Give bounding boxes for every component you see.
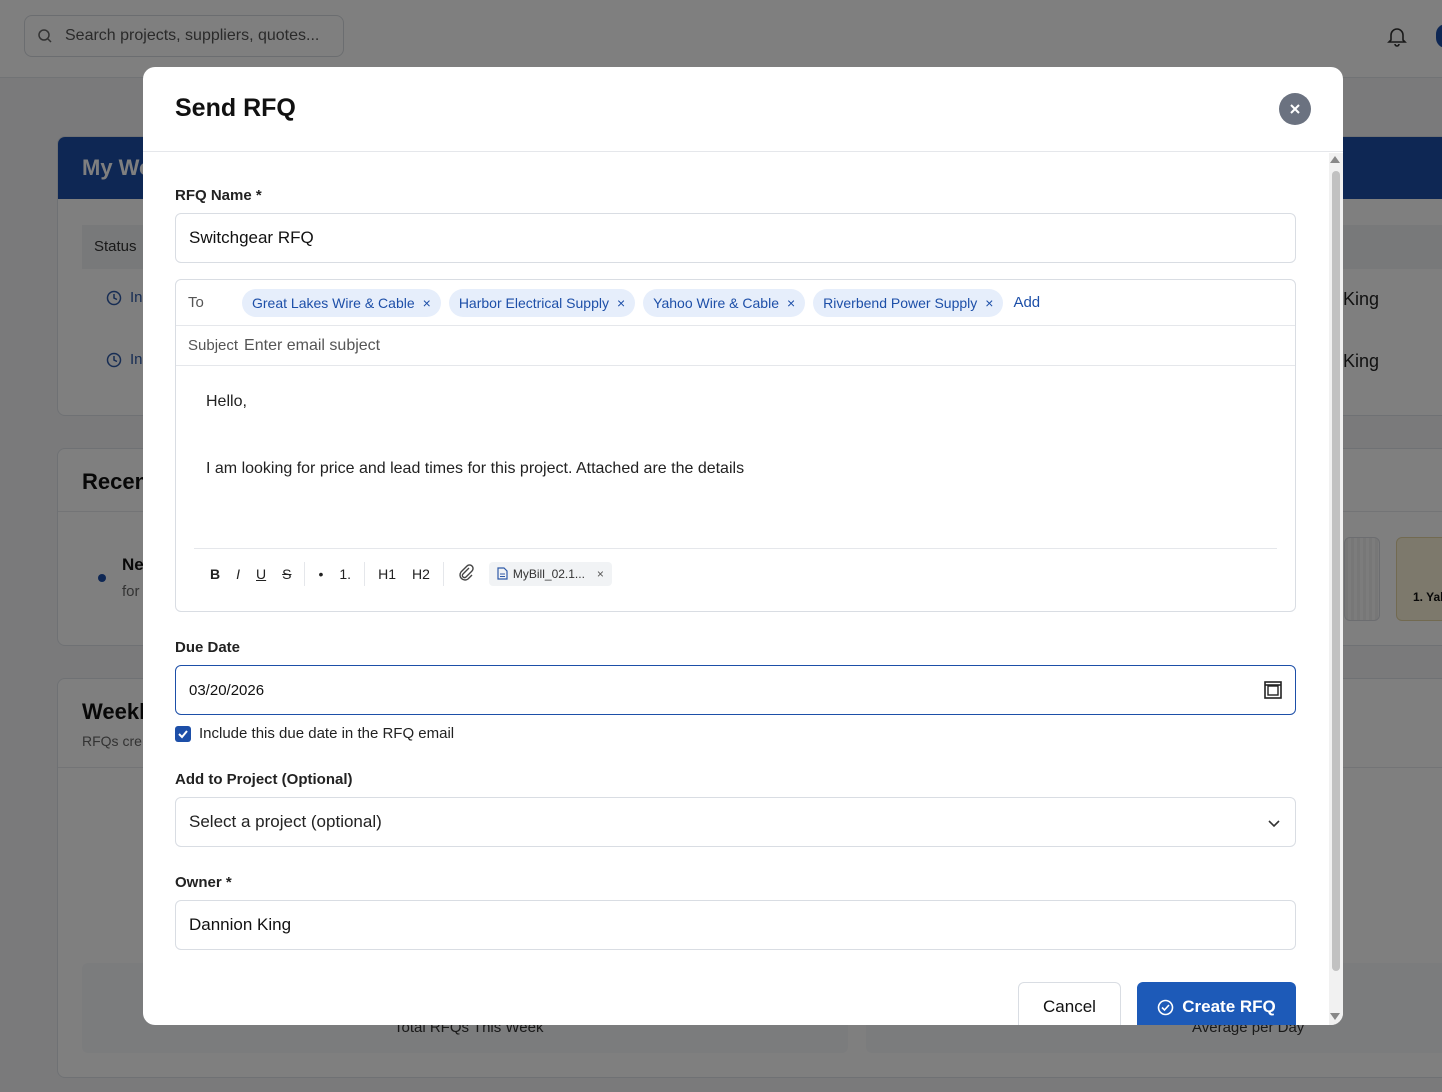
scrollbar-thumb[interactable] xyxy=(1332,171,1340,971)
send-rfq-modal: Send RFQ RFQ Name * Switchgear RFQ To Gr… xyxy=(143,67,1343,1025)
create-rfq-button[interactable]: Create RFQ xyxy=(1137,982,1296,1025)
attachment-name: MyBill_02.1... xyxy=(512,566,585,581)
modal-title: Send RFQ xyxy=(175,94,296,122)
close-button[interactable] xyxy=(1279,93,1311,125)
recipient-name: Great Lakes Wire & Cable xyxy=(252,294,415,311)
rfq-name-input[interactable]: Switchgear RFQ xyxy=(175,213,1296,263)
include-date-label: Include this due date in the RFQ email xyxy=(199,725,455,742)
remove-recipient-icon[interactable]: × xyxy=(787,295,795,311)
paperclip-icon[interactable] xyxy=(449,563,483,584)
project-select-value: Select a project (optional) xyxy=(189,812,382,831)
body-line: Hello, xyxy=(206,393,247,410)
create-rfq-label: Create RFQ xyxy=(1182,997,1276,1016)
subject-row: Subject Enter email subject xyxy=(176,326,1295,366)
recipient-chip[interactable]: Harbor Electrical Supply × xyxy=(448,288,636,317)
project-label: Add to Project (Optional) xyxy=(175,771,353,788)
body-line: I am looking for price and lead times fo… xyxy=(206,460,745,477)
owner-input[interactable]: Dannion King xyxy=(175,900,1296,950)
strikethrough-button[interactable]: S xyxy=(274,566,299,582)
heading2-button[interactable]: H2 xyxy=(404,566,438,582)
due-date-value: 03/20/2026 xyxy=(189,681,265,699)
toolbar-divider xyxy=(304,561,306,586)
remove-recipient-icon[interactable]: × xyxy=(985,295,993,311)
format-toolbar: B I U S • 1. H1 H2 MyBill_02.1... × xyxy=(194,548,1277,598)
remove-recipient-icon[interactable]: × xyxy=(617,295,625,311)
check-circle-icon xyxy=(1157,999,1174,1015)
scroll-down-arrow-icon[interactable] xyxy=(1330,1013,1340,1020)
add-recipient-input[interactable]: Add xyxy=(1013,294,1040,311)
toolbar-divider xyxy=(442,561,444,586)
to-label: To xyxy=(188,294,204,311)
subject-input[interactable]: Enter email subject xyxy=(244,337,380,355)
email-composer: To Great Lakes Wire & Cable × Harbor Elec… xyxy=(175,279,1296,612)
cancel-button[interactable]: Cancel xyxy=(1018,982,1121,1025)
recipient-name: Yahoo Wire & Cable xyxy=(653,294,779,311)
to-row: To Great Lakes Wire & Cable × Harbor Elec… xyxy=(176,280,1295,326)
underline-button[interactable]: U xyxy=(248,566,274,582)
rfq-name-label: RFQ Name * xyxy=(175,187,262,204)
include-date-row: Include this due date in the RFQ email xyxy=(175,725,454,742)
cancel-label: Cancel xyxy=(1043,997,1096,1016)
recipient-name: Harbor Electrical Supply xyxy=(458,294,609,311)
email-body-editor[interactable]: Hello, I am looking for price and lead t… xyxy=(206,392,744,481)
due-date-input[interactable]: 03/20/2026 xyxy=(175,665,1296,715)
remove-recipient-icon[interactable]: × xyxy=(423,295,431,311)
owner-label: Owner * xyxy=(175,874,232,891)
recipient-chip[interactable]: Great Lakes Wire & Cable × xyxy=(242,288,441,317)
check-icon xyxy=(178,729,188,738)
close-icon xyxy=(1290,104,1300,114)
recipient-name: Riverbend Power Supply xyxy=(823,294,978,311)
heading1-button[interactable]: H1 xyxy=(370,566,404,582)
modal-header: Send RFQ xyxy=(143,67,1343,152)
scroll-up-arrow-icon[interactable] xyxy=(1330,156,1340,163)
calendar-icon[interactable] xyxy=(1263,680,1283,700)
rfq-name-value: Switchgear RFQ xyxy=(189,228,314,247)
bullet-list-button[interactable]: • xyxy=(310,566,331,582)
ordered-list-button[interactable]: 1. xyxy=(331,566,359,582)
owner-value: Dannion King xyxy=(189,915,292,934)
italic-button[interactable]: I xyxy=(228,566,248,582)
due-date-label: Due Date xyxy=(175,639,241,656)
subject-label: Subject xyxy=(188,337,239,354)
recipient-chip[interactable]: Yahoo Wire & Cable × xyxy=(643,288,806,317)
chevron-down-icon xyxy=(1268,820,1280,828)
file-icon xyxy=(497,567,508,580)
remove-attachment-icon[interactable]: × xyxy=(597,567,604,581)
project-select[interactable]: Select a project (optional) xyxy=(175,797,1296,847)
include-date-checkbox[interactable] xyxy=(175,725,191,742)
toolbar-divider xyxy=(364,561,366,586)
recipient-chip[interactable]: Riverbend Power Supply × xyxy=(813,288,1004,317)
bold-button[interactable]: B xyxy=(202,566,228,582)
attachment-chip[interactable]: MyBill_02.1... × xyxy=(488,561,612,586)
